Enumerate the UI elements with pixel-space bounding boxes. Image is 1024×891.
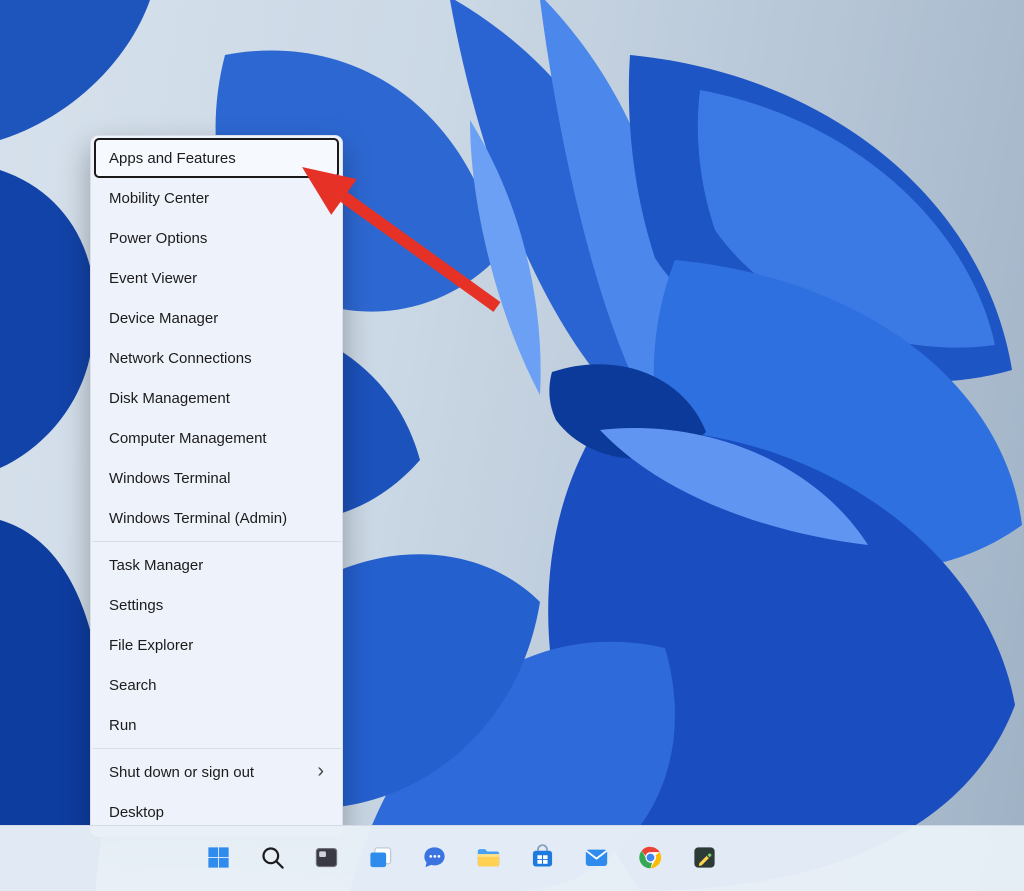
search-icon <box>259 844 286 871</box>
menu-item-label: Computer Management <box>109 430 267 447</box>
menu-item-computer-management[interactable]: Computer Management <box>94 418 339 458</box>
desktop: Apps and Features Mobility Center Power Op… <box>0 0 1024 891</box>
menu-item-label: Event Viewer <box>109 270 197 287</box>
menu-item-label: Desktop <box>109 804 164 821</box>
chevron-right-icon: › <box>317 761 324 781</box>
taskbar <box>0 825 1024 891</box>
menu-item-label: Search <box>109 677 157 694</box>
menu-item-event-viewer[interactable]: Event Viewer <box>94 258 339 298</box>
chat-icon <box>421 844 448 871</box>
task-view-icon <box>367 844 394 871</box>
taskbar-task-view-button[interactable] <box>360 835 400 879</box>
menu-item-label: Device Manager <box>109 310 218 327</box>
file-explorer-icon <box>475 844 502 871</box>
menu-item-windows-terminal-admin[interactable]: Windows Terminal (Admin) <box>94 498 339 538</box>
menu-item-disk-management[interactable]: Disk Management <box>94 378 339 418</box>
taskbar-search-button[interactable] <box>252 835 292 879</box>
menu-separator <box>92 541 341 542</box>
menu-item-label: Mobility Center <box>109 190 209 207</box>
menu-item-run[interactable]: Run <box>94 705 339 745</box>
taskbar-mail-button[interactable] <box>576 835 616 879</box>
menu-item-label: Apps and Features <box>109 150 236 167</box>
taskbar-icons <box>198 835 724 879</box>
winx-context-menu: Apps and Features Mobility Center Power Op… <box>90 135 343 837</box>
taskbar-chat-button[interactable] <box>414 835 454 879</box>
taskbar-file-explorer-button[interactable] <box>468 835 508 879</box>
taskbar-pencil-app-button[interactable] <box>684 835 724 879</box>
chrome-icon <box>637 844 664 871</box>
menu-item-mobility-center[interactable]: Mobility Center <box>94 178 339 218</box>
menu-item-apps-and-features[interactable]: Apps and Features <box>94 138 339 178</box>
pencil-app-icon <box>691 844 718 871</box>
menu-item-label: File Explorer <box>109 637 193 654</box>
menu-item-file-explorer[interactable]: File Explorer <box>94 625 339 665</box>
menu-item-network-connections[interactable]: Network Connections <box>94 338 339 378</box>
menu-item-device-manager[interactable]: Device Manager <box>94 298 339 338</box>
menu-item-power-options[interactable]: Power Options <box>94 218 339 258</box>
menu-item-windows-terminal[interactable]: Windows Terminal <box>94 458 339 498</box>
menu-item-label: Network Connections <box>109 350 252 367</box>
menu-item-label: Power Options <box>109 230 207 247</box>
menu-separator <box>92 748 341 749</box>
taskbar-chrome-button[interactable] <box>630 835 670 879</box>
menu-item-shut-down-or-sign-out[interactable]: Shut down or sign out › <box>94 752 339 792</box>
taskbar-start-button[interactable] <box>198 835 238 879</box>
menu-item-task-manager[interactable]: Task Manager <box>94 545 339 585</box>
mail-icon <box>583 844 610 871</box>
menu-item-search[interactable]: Search <box>94 665 339 705</box>
menu-item-label: Task Manager <box>109 557 203 574</box>
app-window-icon <box>313 844 340 871</box>
menu-item-label: Disk Management <box>109 390 230 407</box>
menu-item-label: Windows Terminal <box>109 470 230 487</box>
menu-item-label: Settings <box>109 597 163 614</box>
menu-item-label: Shut down or sign out <box>109 764 254 781</box>
menu-item-label: Run <box>109 717 137 734</box>
menu-item-settings[interactable]: Settings <box>94 585 339 625</box>
menu-item-label: Windows Terminal (Admin) <box>109 510 287 527</box>
taskbar-microsoft-store-button[interactable] <box>522 835 562 879</box>
microsoft-store-icon <box>529 844 556 871</box>
start-icon <box>205 844 232 871</box>
taskbar-app-window-button[interactable] <box>306 835 346 879</box>
